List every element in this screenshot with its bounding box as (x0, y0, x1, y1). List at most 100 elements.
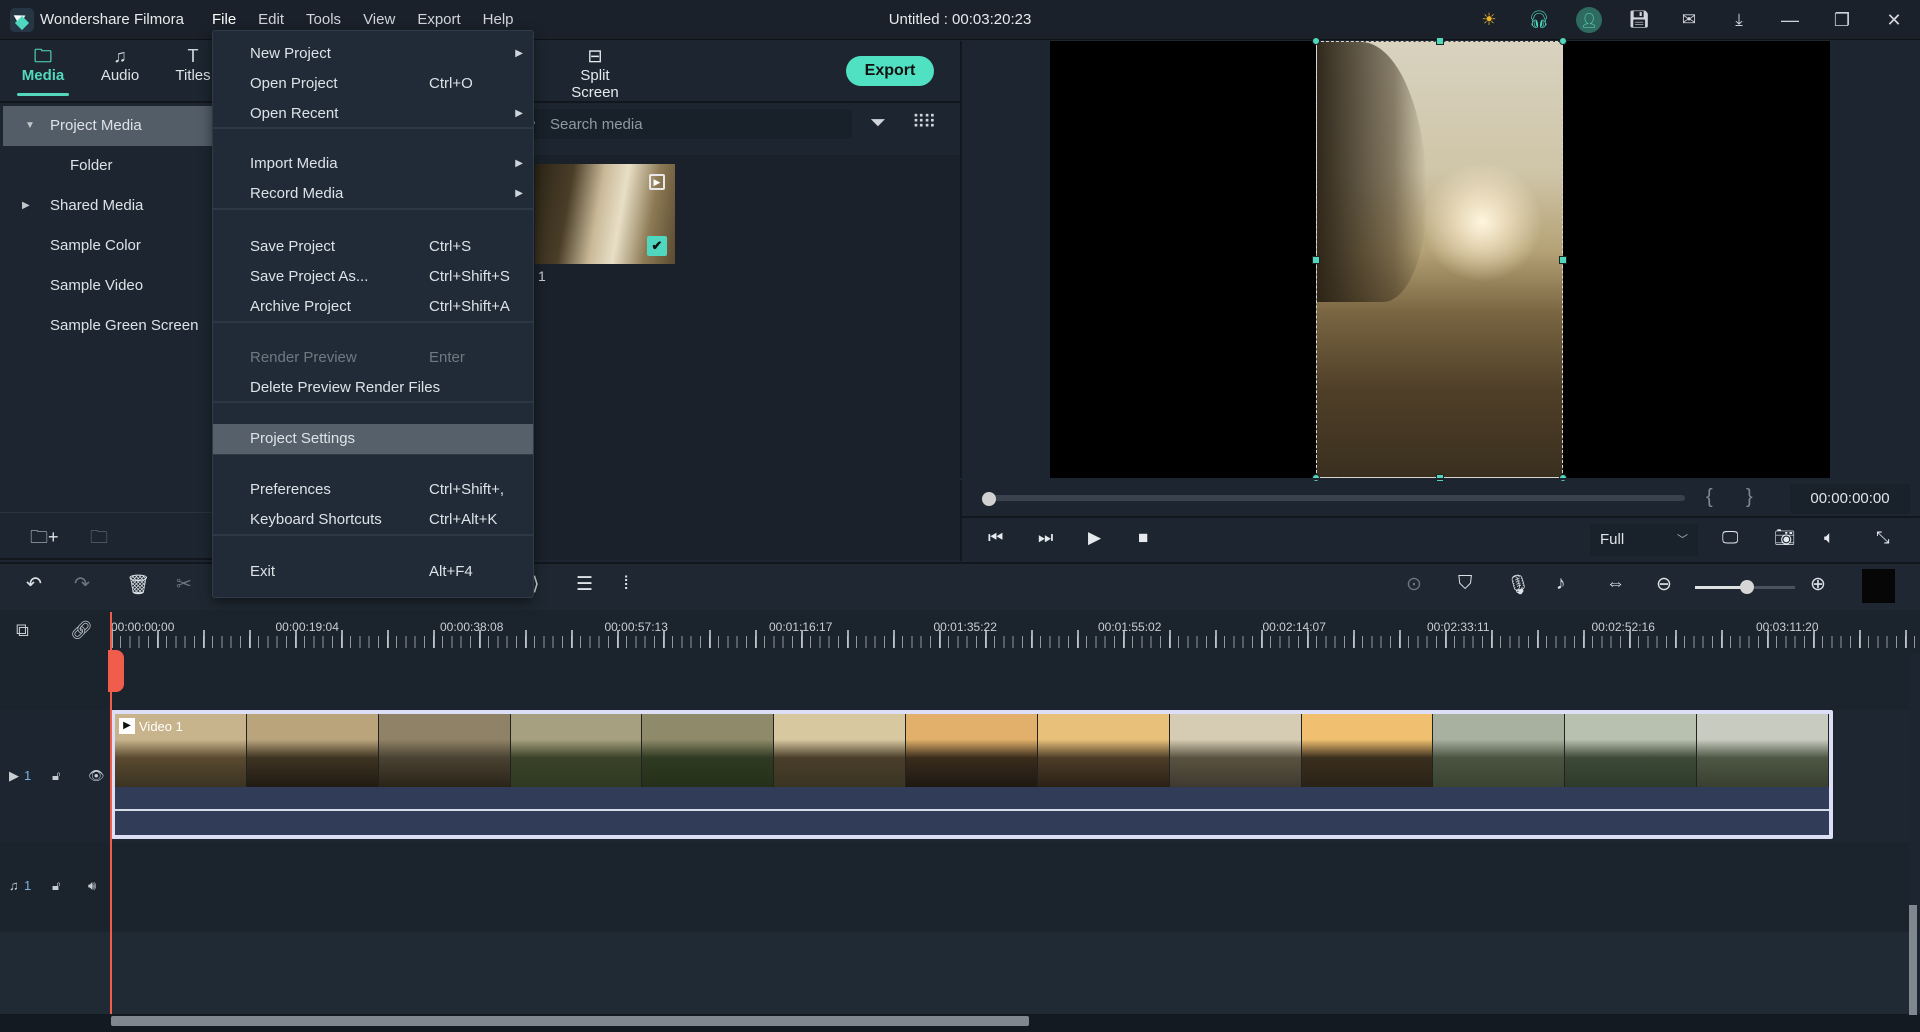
clip-frame (1301, 714, 1434, 787)
resize-handle[interactable] (1559, 37, 1567, 45)
tab-split-screen[interactable]: ⊟ Split Screen (555, 45, 635, 101)
delete-icon[interactable]: 🗑︎ (126, 573, 150, 597)
previous-frame-icon[interactable]: ⏮︎ (988, 528, 1003, 548)
resize-handle[interactable] (1312, 37, 1320, 45)
sidebar-item-label: Sample Color (50, 237, 141, 254)
audio-waveform-icon[interactable]: ⦙ (624, 573, 628, 595)
menu-item-import-media[interactable]: Import Media ▶ (213, 149, 533, 179)
mark-out-button[interactable]: } (1746, 486, 1753, 509)
video-clip-icon: ▶ (649, 174, 665, 190)
media-thumbnail[interactable]: ▶ ✔ (535, 164, 675, 264)
delete-folder-icon[interactable]: 🗀 (90, 525, 108, 555)
clip-frame (378, 714, 511, 787)
grid-view-icon[interactable]: ⠿⠿ (912, 112, 936, 133)
menu-item-project-settings[interactable]: Project Settings (213, 424, 533, 454)
fit-timeline-icon[interactable]: ⇔ (1606, 573, 1625, 595)
panel-layout-toggle[interactable] (1880, 569, 1897, 603)
close-button[interactable]: ✕ (1868, 0, 1920, 40)
headset-icon[interactable]: 🎧︎ (1514, 0, 1564, 40)
display-settings-icon[interactable]: 🖵︎ (1722, 528, 1738, 548)
caret-right-icon[interactable]: ▶ (22, 186, 30, 226)
menu-item-open-recent[interactable]: Open Recent ▶ (213, 99, 533, 129)
audio-mixer-icon[interactable]: ♪ (1556, 573, 1566, 595)
filter-icon[interactable]: ⏷ (870, 112, 886, 135)
sidebar-item-folder[interactable]: Folder (0, 146, 212, 186)
clip-label: ▶ Video 1 (119, 718, 183, 734)
zoom-out-icon[interactable]: ⊖ (1656, 573, 1672, 596)
tab-media[interactable]: 🗀 Media (8, 45, 78, 96)
snapshot-icon[interactable]: 📷︎ (1774, 528, 1796, 548)
link-icon[interactable]: 🔗︎ (70, 620, 93, 641)
export-button[interactable]: Export (846, 56, 934, 86)
minimize-button[interactable]: — (1764, 0, 1816, 40)
preview-video-frame[interactable] (1312, 37, 1567, 482)
redo-icon[interactable]: ↷ (74, 573, 90, 596)
menu-item-render-preview: Render Preview Enter (213, 343, 533, 373)
lock-icon[interactable]: 🔓︎ (52, 878, 60, 894)
menu-item-keyboard-shortcuts[interactable]: Keyboard Shortcuts Ctrl+Alt+K (213, 505, 533, 535)
stop-icon[interactable]: ■ (1138, 528, 1148, 548)
resize-handle[interactable] (1559, 256, 1567, 264)
search-box[interactable]: ⌕ (520, 109, 852, 139)
sidebar-item-shared-media[interactable]: ▶ Shared Media (0, 186, 212, 226)
menu-item-preferences[interactable]: Preferences Ctrl+Shift+, (213, 475, 533, 505)
add-track-icon[interactable]: ⧉ (16, 620, 29, 641)
undo-icon[interactable]: ↶ (26, 573, 42, 596)
empty-lane (0, 932, 1909, 1016)
zoom-slider-knob[interactable] (1740, 580, 1754, 594)
marker-icon[interactable]: ⛉ (1458, 573, 1472, 595)
speaker-icon[interactable]: 🔊︎ (88, 878, 96, 894)
menu-item-shortcut: Enter (429, 349, 465, 366)
volume-icon[interactable]: 🔈︎ (1824, 528, 1834, 548)
folder-icon: 🗀 (34, 46, 52, 66)
render-preview-icon[interactable]: ⊙ (1406, 573, 1422, 596)
resize-handle[interactable] (1312, 256, 1320, 264)
new-folder-icon[interactable]: 🗀+ (30, 525, 59, 555)
menu-item-archive-project[interactable]: Archive Project Ctrl+Shift+A (213, 292, 533, 322)
horizontal-scrollbar[interactable] (111, 1016, 1029, 1026)
lock-icon[interactable]: 🔓︎ (52, 768, 60, 784)
fullscreen-icon[interactable]: ⤡ (1876, 528, 1890, 548)
download-icon[interactable]: ⤓ (1714, 0, 1764, 40)
menu-item-label: Import Media (250, 155, 338, 172)
lightbulb-icon[interactable]: ☀ (1464, 0, 1514, 40)
menu-item-save-project[interactable]: Save Project Ctrl+S (213, 232, 533, 262)
caret-down-icon[interactable]: ▼ (25, 106, 35, 146)
user-icon[interactable]: 👤︎ (1564, 0, 1614, 40)
zoom-in-icon[interactable]: ⊕ (1810, 573, 1826, 596)
restore-button[interactable]: ❐ (1816, 0, 1868, 40)
menu-item-new-project[interactable]: New Project ▶ (213, 39, 533, 69)
resize-handle[interactable] (1436, 37, 1444, 45)
menu-item-save-project-as[interactable]: Save Project As... Ctrl+Shift+S (213, 262, 533, 292)
video-clip[interactable]: ▶ Video 1 (111, 710, 1833, 839)
menu-item-delete-preview-render-files[interactable]: Delete Preview Render Files (213, 373, 533, 403)
quality-select[interactable]: Full ﹀ (1590, 524, 1698, 556)
mark-in-button[interactable]: { (1706, 486, 1713, 509)
menu-item-record-media[interactable]: Record Media ▶ (213, 179, 533, 209)
vertical-scrollbar[interactable] (1909, 905, 1917, 1015)
play-icon[interactable]: ▶ (1088, 528, 1101, 548)
save-icon[interactable]: 💾︎ (1614, 0, 1664, 40)
next-frame-icon[interactable]: ⏭︎ (1038, 528, 1053, 548)
scrubber-knob[interactable] (982, 492, 996, 506)
adjust-icon[interactable]: ☰ (576, 573, 593, 596)
sidebar-item-sample-green-screen[interactable]: Sample Green Screen (0, 306, 212, 346)
sidebar-item-sample-video[interactable]: Sample Video (0, 266, 212, 306)
ruler-label: 00:00:57:13 (604, 620, 668, 634)
cut-icon[interactable]: ✂ (176, 573, 192, 596)
video-track-number: 1 (24, 768, 32, 783)
submenu-arrow-icon: ▶ (515, 108, 523, 119)
tab-audio[interactable]: ♫ Audio (85, 45, 155, 84)
menu-item-exit[interactable]: Exit Alt+F4 (213, 557, 533, 587)
ruler-label: 00:01:16:17 (769, 620, 833, 634)
tab-label: Audio (100, 67, 140, 84)
search-input[interactable] (550, 109, 840, 139)
sidebar-item-project-media[interactable]: ▼ Project Media (3, 106, 212, 146)
eye-icon[interactable]: 👁︎ (88, 768, 105, 784)
mail-icon[interactable]: ✉ (1664, 0, 1714, 40)
preview-scrubber[interactable] (985, 495, 1685, 501)
microphone-icon[interactable]: 🎙︎ (1506, 573, 1530, 597)
sidebar-item-sample-color[interactable]: Sample Color (0, 226, 212, 266)
playhead-handle[interactable] (108, 650, 124, 692)
menu-item-open-project[interactable]: Open Project Ctrl+O (213, 69, 533, 99)
